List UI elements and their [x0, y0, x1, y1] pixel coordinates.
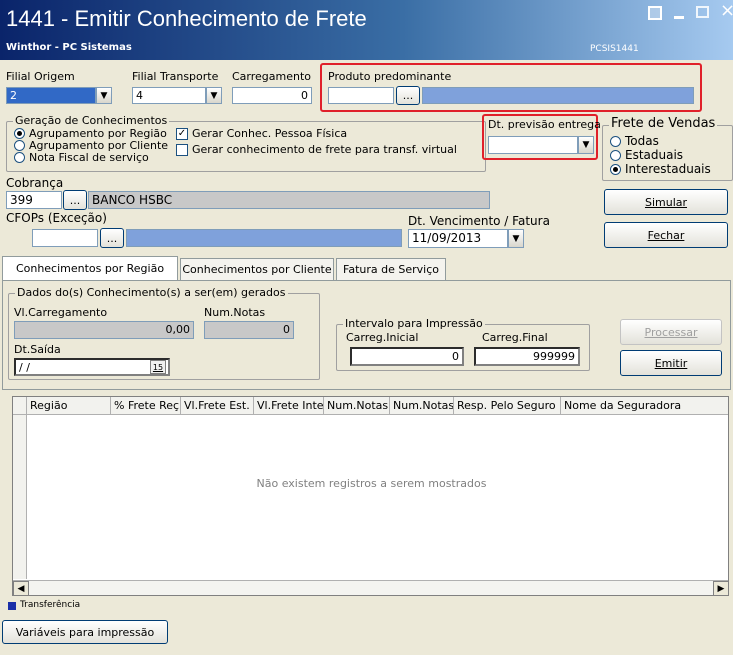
variaveis-button[interactable]: Variáveis para impressão: [2, 620, 168, 644]
frete-vendas-title: Frete de Vendas: [609, 116, 718, 131]
processar-label: Processar: [644, 325, 698, 339]
checkbox-label: Gerar conhecimento de frete para transf.…: [192, 143, 457, 156]
transferencia-legend: Transferência: [20, 600, 81, 610]
num-notas-label: Num.Notas: [204, 306, 266, 319]
vl-carregamento-value: 0,00: [14, 321, 194, 339]
final-input[interactable]: 999999: [474, 347, 580, 366]
carregamento-input[interactable]: 0: [232, 87, 312, 104]
previsao-select[interactable]: ▼: [488, 136, 594, 154]
previsao-value[interactable]: [488, 136, 578, 154]
vencimento-value[interactable]: 11/09/2013: [408, 229, 508, 248]
cobranca-browse-button[interactable]: ...: [63, 190, 87, 210]
radio-label: Interestaduais: [625, 162, 711, 176]
column-header[interactable]: Resp. Pelo Seguro: [454, 397, 561, 415]
radio-todas[interactable]: Todas: [610, 134, 659, 148]
final-label: Carreg.Final: [482, 331, 548, 344]
fechar-button[interactable]: Fechar: [604, 222, 728, 248]
dados-title: Dados do(s) Conhecimento(s) a ser(em) ge…: [15, 286, 288, 299]
maximize-icon[interactable]: [696, 6, 709, 18]
empty-message: Não existem registros a serem mostrados: [256, 477, 487, 490]
simular-label: Simular: [644, 195, 688, 209]
data-grid[interactable]: Região % Frete Reç Vl.Frete Est. Vl.Fret…: [12, 396, 729, 596]
processar-button[interactable]: Processar: [620, 319, 722, 345]
vencimento-select[interactable]: 11/09/2013 ▼: [408, 229, 524, 248]
filial-origem-value[interactable]: 2: [6, 87, 96, 104]
cobranca-name: BANCO HSBC: [88, 191, 490, 209]
simular-button[interactable]: Simular: [604, 189, 728, 215]
radio-icon[interactable]: [610, 163, 621, 175]
radio-icon[interactable]: [14, 140, 25, 151]
filial-origem-label: Filial Origem: [6, 70, 75, 83]
emitir-button[interactable]: Emitir: [620, 350, 722, 376]
filial-origem-select[interactable]: 2 ▼: [6, 87, 112, 104]
column-header[interactable]: Região: [27, 397, 111, 415]
chevron-down-icon[interactable]: ▼: [96, 87, 112, 104]
grid-row-indicator: [13, 415, 27, 579]
radio-label: Todas: [625, 134, 659, 148]
minimize-icon[interactable]: [674, 16, 684, 19]
inicial-input[interactable]: 0: [350, 347, 464, 366]
title-bar: 1441 - Emitir Conhecimento de Frete Wint…: [0, 0, 733, 60]
restore-icon[interactable]: [648, 6, 662, 20]
vl-carregamento-label: Vl.Carregamento: [14, 306, 108, 319]
close-icon[interactable]: ×: [720, 0, 733, 21]
scroll-right-icon[interactable]: ▶: [713, 581, 728, 595]
cfops-label: CFOPs (Exceção): [6, 211, 107, 225]
radio-nota-fiscal-servico[interactable]: Nota Fiscal de serviço: [14, 151, 149, 164]
checkbox-icon[interactable]: [176, 143, 188, 156]
radio-icon[interactable]: [610, 149, 621, 161]
checkbox-pessoa-fisica[interactable]: ✓ Gerar Conhec. Pessoa Física: [176, 127, 347, 140]
cobranca-label: Cobrança: [6, 176, 64, 190]
dt-saida-label: Dt.Saída: [14, 343, 61, 356]
horizontal-scrollbar[interactable]: ◀ ▶: [13, 580, 728, 595]
column-header[interactable]: Vl.Frete Est.: [181, 397, 254, 415]
emitir-label: Emitir: [654, 356, 688, 370]
chevron-down-icon[interactable]: ▼: [578, 136, 594, 154]
radio-icon[interactable]: [14, 152, 25, 163]
radio-interestaduais[interactable]: Interestaduais: [610, 162, 711, 176]
fechar-label: Fechar: [647, 228, 685, 242]
chevron-down-icon[interactable]: ▼: [206, 87, 222, 104]
column-header[interactable]: Num.Notas I: [390, 397, 454, 415]
chevron-down-icon[interactable]: ▼: [508, 229, 524, 248]
highlight-produto: [320, 63, 702, 112]
window-title: 1441 - Emitir Conhecimento de Frete: [6, 6, 367, 31]
radio-label: Estaduais: [625, 148, 684, 162]
cfops-browse-button[interactable]: ...: [100, 228, 124, 248]
calendar-icon[interactable]: 15: [150, 360, 166, 374]
intervalo-title: Intervalo para Impressão: [343, 317, 485, 330]
previsao-label: Dt. previsão entrega: [488, 118, 601, 131]
scroll-left-icon[interactable]: ◀: [13, 581, 29, 595]
checkmark-icon[interactable]: ✓: [176, 127, 188, 140]
num-notas-value: 0: [204, 321, 294, 339]
column-header[interactable]: Nome da Seguradora: [561, 397, 728, 415]
tab-conhecimentos-regiao[interactable]: Conhecimentos por Região: [2, 256, 178, 280]
radio-label: Nota Fiscal de serviço: [29, 151, 149, 164]
radio-icon[interactable]: [610, 135, 621, 147]
filial-transporte-value[interactable]: 4: [132, 87, 206, 104]
cfops-description: [126, 229, 402, 247]
dt-saida-input[interactable]: / /: [14, 358, 170, 376]
inicial-label: Carreg.Inicial: [346, 331, 419, 344]
tab-conhecimentos-cliente[interactable]: Conhecimentos por Cliente: [180, 258, 334, 280]
cfops-input[interactable]: [32, 229, 98, 247]
tab-fatura-servico[interactable]: Fatura de Serviço: [336, 258, 446, 280]
transferencia-color-swatch: [8, 602, 16, 610]
filial-transporte-label: Filial Transporte: [132, 70, 219, 83]
checkbox-label: Gerar Conhec. Pessoa Física: [192, 127, 348, 140]
radio-icon[interactable]: [14, 128, 25, 139]
vencimento-label: Dt. Vencimento / Fatura: [408, 214, 550, 228]
column-header[interactable]: Vl.Frete Inte: [254, 397, 324, 415]
filial-transporte-select[interactable]: 4 ▼: [132, 87, 222, 104]
carregamento-label: Carregamento: [232, 70, 312, 83]
radio-estaduais[interactable]: Estaduais: [610, 148, 683, 162]
geracao-title: Geração de Conhecimentos: [13, 114, 170, 127]
column-header[interactable]: % Frete Reç: [111, 397, 181, 415]
grid-indicator-header: [13, 397, 27, 415]
window-code: PCSIS1441: [590, 44, 639, 54]
window-subtitle: Winthor - PC Sistemas: [6, 42, 132, 53]
checkbox-transf-virtual[interactable]: Gerar conhecimento de frete para transf.…: [176, 143, 457, 156]
column-header[interactable]: Num.Notas E: [324, 397, 390, 415]
cobranca-code-input[interactable]: 399: [6, 191, 62, 209]
